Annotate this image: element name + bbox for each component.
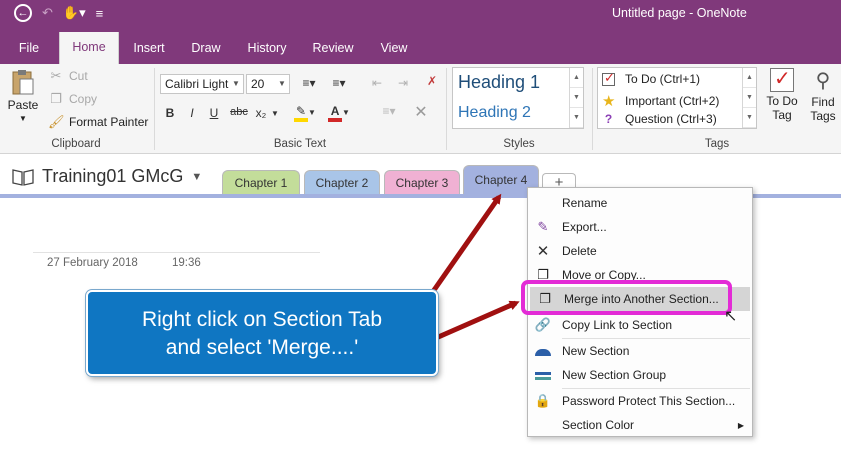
menu-item-export[interactable]: ✎ Export... <box>528 215 752 239</box>
arrow-to-merge-item <box>434 300 520 341</box>
mouse-cursor-icon: ↖ <box>724 308 738 325</box>
menu-item-label: New Section <box>562 344 630 358</box>
merge-highlight-ring <box>521 280 732 315</box>
section-group-icon <box>528 368 558 383</box>
menu-item-label: Rename <box>562 196 608 210</box>
link-icon: 🔗 <box>534 317 552 332</box>
menu-item-label: Copy Link to Section <box>562 318 673 332</box>
menu-item-delete[interactable]: ✕ Delete <box>528 239 752 263</box>
arrow-to-section-tab <box>429 193 502 295</box>
menu-item-new-section-group[interactable]: New Section Group <box>528 363 752 387</box>
menu-item-rename[interactable]: Rename <box>528 191 752 215</box>
submenu-arrow-icon: ▶ <box>737 420 744 430</box>
menu-item-password-protect[interactable]: 🔒 Password Protect This Section... <box>528 389 752 413</box>
instruction-callout: Right click on Section Tab and select 'M… <box>86 290 438 376</box>
menu-item-label: New Section Group <box>562 368 667 382</box>
new-section-icon <box>528 344 558 359</box>
menu-item-label: Export... <box>562 220 607 234</box>
lock-icon: 🔒 <box>534 393 552 408</box>
export-icon: ✎ <box>537 219 549 234</box>
menu-item-label: Section Color <box>562 418 635 432</box>
menu-item-copy-link[interactable]: 🔗 Copy Link to Section <box>528 313 752 337</box>
delete-icon: ✕ <box>536 243 550 260</box>
menu-item-new-section[interactable]: New Section <box>528 339 752 363</box>
callout-line-2: and select 'Merge....' <box>165 336 359 359</box>
callout-line-1: Right click on Section Tab <box>141 308 383 331</box>
menu-item-label: Password Protect This Section... <box>562 394 736 408</box>
menu-item-section-color[interactable]: Section Color ▶ <box>528 413 752 437</box>
menu-item-label: Delete <box>562 244 597 258</box>
